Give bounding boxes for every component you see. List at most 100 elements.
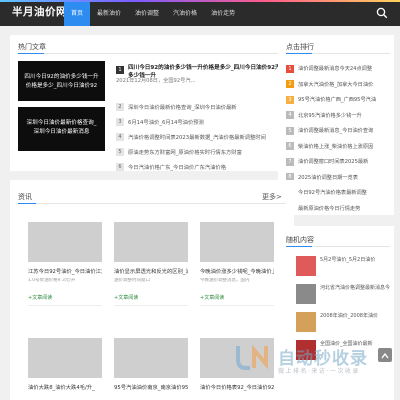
rank-badge: 4 [116,132,124,141]
ranking-item-title: 95号汽油价格广西_广西95号汽油 [298,97,377,104]
article-read-link[interactable]: +文章阅读 [28,294,102,301]
list-item[interactable]: 4 汽油价格调整时间表2023最新数据_汽油价格最新调整时间 [116,129,291,144]
article-title: 今晚油价涨多少钱呢_今晚油价上 [200,269,274,275]
ranking-item[interactable]: 6 柴油价格上涨_柴油价格上涨原因 [286,139,390,155]
hot-panel-title: 热门文章 [18,43,46,51]
ranking-item-title: 加拿大汽油价格_加拿大今日油价 [298,81,374,88]
rank-badge: 5 [286,126,294,135]
search-icon[interactable] [376,7,388,19]
nav-home[interactable]: 首页 [64,2,91,26]
random-item[interactable]: 5月2号油价_5月2日油价 [296,256,396,276]
article-desc: 油价调整时间窗口 [114,278,150,283]
articles-title: 资讯 [18,193,32,201]
watermark: 自动秒收录 做上排名·来访·一次收录 [232,340,400,400]
random-item-title: 2008年油价_2008年油价 [320,313,378,319]
ranking-item-title: 今日92号汽油价格表最新调整 [298,190,367,197]
ranking-item[interactable]: 2 加拿大汽油价格_加拿大今日油价 [286,77,390,93]
news-title: 汽油价格调整时间表2023最新数据_汽油价格最新调整时间 [128,134,266,141]
hot-news-list: 2 深圳今日油价最新价格查询_深圳今日油价最新 3 6月14号油价_6月14号油价预… [116,99,291,174]
article-desc: 今晚油价调整消息，国内 [200,278,250,283]
article-title: 江苏今日92号油价_今日油价江苏 [28,269,102,275]
article-thumbnail [28,222,102,262]
list-item[interactable]: 3 6月14号油价_6月14号油价预测 [116,114,291,129]
rank-badge: 2 [116,102,124,111]
article-read-link[interactable]: +文章阅读 [114,294,188,301]
watermark-sub-text: 做上排名·来访·一次收录 [278,368,360,375]
ranking-item-title: 油价调整最新消息_今日油价查询 [298,128,374,135]
random-item[interactable]: 河北省汽油价格调整最新消息今 [296,284,396,304]
hot-card-1-line2: 价格是多少_四川今日油价92 [25,83,98,89]
top-navbar: 半月油价网 首页 最新油价 油价调整 汽油价格 油价走势 [0,0,400,26]
news-title: 深圳今日油价最新价格查询_深圳今日油价最新 [128,104,237,111]
feature-summary: 2021年12月08日，全国92号汽... [116,78,196,84]
hot-card-1[interactable]: 四川今日92的油价多少钱一升 价格是多少_四川今日油价92 [18,61,105,101]
ranking-item[interactable]: 4 北京95汽油价格多少钱一升 [286,108,390,124]
list-item[interactable]: 2 深圳今日油价最新价格查询_深圳今日油价最新 [116,99,291,114]
ranking-item[interactable]: 9今日92号汽油价格表最新调整 [286,185,390,201]
nav-trend[interactable]: 油价走势 [204,2,242,26]
ranking-item-title: 北京95汽油价格多少钱一升 [298,112,362,119]
random-title: 随机内容 [286,236,314,244]
random-item-title: 河北省汽油价格调整最新消息今 [320,285,391,291]
ranking-title: 点击排行 [286,43,314,51]
hot-card-2-line1: 深圳今日油价最新价格查询_ [26,120,97,126]
article-card[interactable]: 今晚油价涨多少钱呢_今晚油价上 今晚油价调整消息，国内 +文章阅读 [200,222,274,306]
news-title: 今日汽油价格广东_今日油价广东汽油价格 [128,164,226,171]
article-title: 油价大跌8_油价大跌4毛/升_ [28,385,95,391]
ranking-item-title: 油价调整窗口时间表2025最新 [298,159,369,166]
ranking-item[interactable]: 1 油价调整最新消息今天24点调整 [286,61,390,77]
main-nav: 首页 最新油价 油价调整 汽油价格 油价走势 [64,2,242,26]
article-thumbnail [200,222,274,262]
rank-badge: 2 [286,80,294,89]
rank-badge: 6 [286,142,294,151]
random-title-accent [286,246,312,247]
rank-badge: 1 [286,64,294,73]
list-item[interactable]: 5 原油走势东方财富网_原油价格实时行情东方财富 [116,144,291,159]
rank-badge: 3 [286,95,294,104]
rank-badge: 7 [286,157,294,166]
article-title: 油价显示屏透光和反光的区别_油价 [114,269,188,275]
ranking-title-accent [286,53,312,54]
article-read-link[interactable]: +文章阅读 [200,294,274,301]
rank-badge: 5 [116,147,124,156]
nav-latest[interactable]: 最新油价 [90,2,128,26]
ranking-item-title: 柴油价格上涨_柴油价格上涨原因 [298,143,374,150]
random-thumbnail [296,284,316,304]
nav-gas-price[interactable]: 汽油价格 [166,2,204,26]
divider [28,305,102,306]
ranking-item[interactable]: 8 2025油价调整日期一览表 [286,170,390,186]
ranking-item[interactable]: 5 油价调整最新消息_今日油价查询 [286,123,390,139]
random-item[interactable]: 2008年油价_2008年油价 [296,312,396,332]
list-item[interactable]: 6 今日汽油价格广东_今日油价广东汽油价格 [116,159,291,174]
articles-title-accent [18,203,36,204]
hot-card-2-line2: 深圳今日油价最新消息 [33,129,90,135]
nav-adjust[interactable]: 油价调整 [128,2,166,26]
hot-title-line [18,53,286,54]
articles-more-link[interactable]: 更多> [262,192,282,202]
ranking-item[interactable]: 3 95号汽油价格广西_广西95号汽油 [286,92,390,108]
hot-title-accent [18,53,44,54]
ranking-item-title: 2025油价调整日期一览表 [298,174,358,181]
article-desc: 1.0号柴油价格9.3元/升 [28,278,76,283]
divider [200,305,274,306]
back-to-top-button[interactable] [378,348,392,362]
article-card[interactable]: 油价显示屏透光和反光的区别_油价 油价调整时间窗口 +文章阅读 [114,222,188,306]
ranking-item-title: 最新原油价格今日行情走势 [298,205,361,212]
ranking-list: 1 油价调整最新消息今天24点调整 2 加拿大汽油价格_加拿大今日油价 3 95号汽油价格… [286,61,390,216]
hot-card-1-line1: 四川今日92的油价多少钱一升 [24,74,99,80]
random-thumbnail [296,256,316,276]
feature-rank-badge: 1 [116,66,124,74]
news-title: 6月14号油价_6月14号油价预测 [128,119,204,126]
watermark-logo-icon [236,344,268,370]
hot-card-2[interactable]: 深圳今日油价最新价格查询_ 深圳今日油价最新消息 [18,107,105,151]
random-item-title: 5月2号油价_5月2日油价 [320,257,376,263]
article-card[interactable]: 江苏今日92号油价_今日油价江苏 1.0号柴油价格9.3元/升 +文章阅读 [28,222,102,306]
rank-badge: 3 [116,117,124,126]
ranking-item[interactable]: 7 油价调整窗口时间表2025最新 [286,154,390,170]
article-card[interactable]: 油价大跌8_油价大跌4毛/升_ [28,338,102,391]
article-card[interactable]: 95号汽油油价南京_南京油价95 [114,338,188,391]
site-logo[interactable]: 半月油价网 [12,4,67,19]
article-thumbnail [28,338,102,378]
divider [114,305,188,306]
ranking-item[interactable]: 10最新原油价格今日行情走势 [286,201,390,217]
